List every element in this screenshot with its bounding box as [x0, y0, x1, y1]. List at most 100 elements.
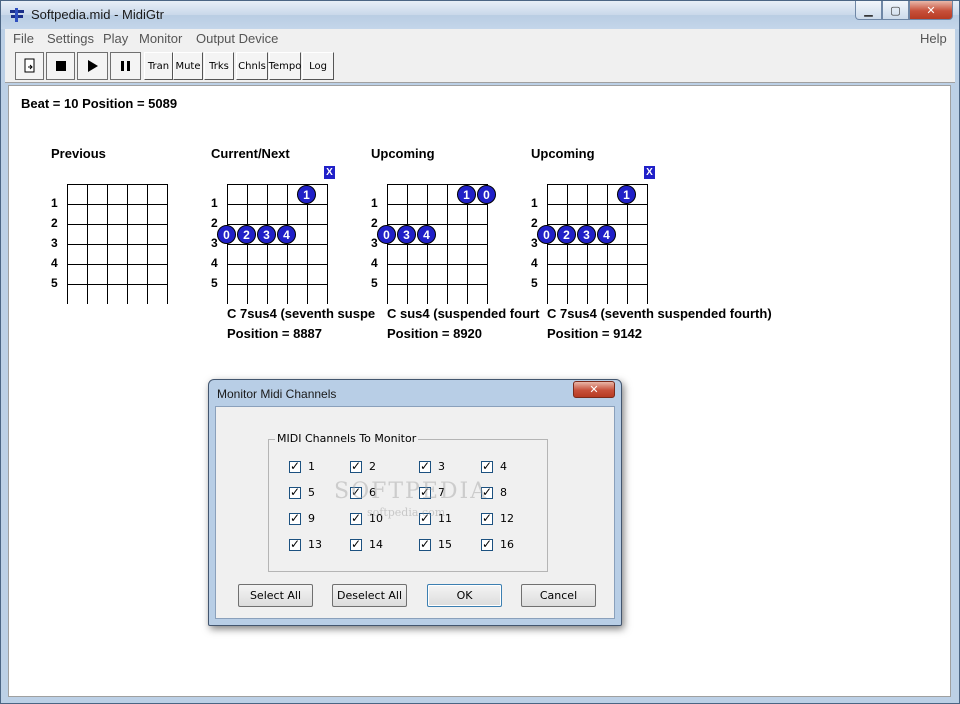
- channel-checkbox-14[interactable]: 14: [350, 537, 383, 551]
- checkbox-box[interactable]: [419, 459, 431, 473]
- channel-checkbox-15[interactable]: 15: [419, 537, 452, 551]
- fret-number: 3: [51, 236, 58, 250]
- channel-checkbox-13[interactable]: 13: [289, 537, 322, 551]
- checkbox-box[interactable]: [419, 485, 431, 499]
- checkbox-box[interactable]: [350, 537, 362, 551]
- menu-output-device[interactable]: Output Device: [196, 31, 278, 46]
- fret-line: [547, 244, 648, 245]
- channel-checkbox-8[interactable]: 8: [481, 485, 507, 499]
- channel-checkbox-4[interactable]: 4: [481, 459, 507, 473]
- fret-line: [67, 224, 168, 225]
- ok-button[interactable]: OK: [427, 584, 502, 607]
- maximize-button[interactable]: ▢: [882, 1, 909, 20]
- checkbox-box[interactable]: [289, 459, 301, 473]
- monitor-midi-channels-dialog: Monitor Midi Channels ✕ MIDI Channels To…: [208, 379, 622, 626]
- menu-settings[interactable]: Settings: [47, 31, 94, 46]
- checkbox-label: 11: [438, 512, 452, 525]
- tran-button[interactable]: Tran: [144, 52, 173, 80]
- finger-dot: 3: [397, 225, 416, 244]
- muted-string-marker: X: [644, 166, 655, 179]
- checkbox-box[interactable]: [350, 459, 362, 473]
- chord-position-current: Position = 8887: [227, 326, 323, 341]
- close-button[interactable]: ✕: [909, 1, 953, 20]
- checkbox-box[interactable]: [481, 459, 493, 473]
- channel-checkbox-16[interactable]: 16: [481, 537, 514, 551]
- fret-line: [227, 184, 328, 185]
- checkbox-label: 16: [500, 538, 514, 551]
- stop-icon: [55, 61, 66, 71]
- chord-position-upcoming-1: Position = 8920: [387, 326, 483, 341]
- checkbox-box[interactable]: [289, 511, 301, 525]
- menu-help[interactable]: Help: [920, 31, 947, 46]
- fret-line: [67, 264, 168, 265]
- channel-checkbox-10[interactable]: 10: [350, 511, 383, 525]
- group-label: MIDI Channels To Monitor: [275, 432, 419, 445]
- finger-dot: 0: [217, 225, 236, 244]
- finger-dot: 2: [237, 225, 256, 244]
- minimize-button[interactable]: ▁: [855, 1, 882, 20]
- checkbox-label: 13: [308, 538, 322, 551]
- diagram-label: Upcoming: [531, 146, 595, 161]
- log-button[interactable]: Log: [302, 52, 334, 80]
- channel-checkbox-9[interactable]: 9: [289, 511, 315, 525]
- fret-line: [547, 184, 648, 185]
- dialog-close-button[interactable]: ✕: [573, 381, 615, 398]
- menu-monitor[interactable]: Monitor: [139, 31, 182, 46]
- diagram-label: Current/Next: [211, 146, 290, 161]
- checkbox-box[interactable]: [350, 511, 362, 525]
- chord-name-upcoming-2: C 7sus4 (seventh suspended fourth): [547, 306, 772, 321]
- menu-file[interactable]: File: [13, 31, 34, 46]
- channel-checkbox-5[interactable]: 5: [289, 485, 315, 499]
- channel-checkbox-1[interactable]: 1: [289, 459, 315, 473]
- fret-line: [67, 204, 168, 205]
- fret-number: 4: [371, 256, 378, 270]
- fret-line: [387, 284, 488, 285]
- checkbox-box[interactable]: [289, 537, 301, 551]
- checkbox-box[interactable]: [419, 537, 431, 551]
- checkbox-box[interactable]: [419, 511, 431, 525]
- cancel-button[interactable]: Cancel: [521, 584, 596, 607]
- fret-line: [387, 264, 488, 265]
- fret-number: 1: [371, 196, 378, 210]
- channel-checkbox-6[interactable]: 6: [350, 485, 376, 499]
- fret-number: 5: [531, 276, 538, 290]
- deselect-all-button[interactable]: Deselect All: [332, 584, 407, 607]
- pause-button[interactable]: [110, 52, 141, 80]
- checkbox-box[interactable]: [350, 485, 362, 499]
- fret-line: [227, 264, 328, 265]
- mute-button[interactable]: Mute: [173, 52, 203, 80]
- menu-play[interactable]: Play: [103, 31, 128, 46]
- tempo-button[interactable]: Tempo: [269, 52, 301, 80]
- chnls-button[interactable]: Chnls: [236, 52, 268, 80]
- finger-dot: 3: [257, 225, 276, 244]
- fret-line: [547, 284, 648, 285]
- checkbox-label: 6: [369, 486, 376, 499]
- fret-line: [227, 204, 328, 205]
- checkbox-box[interactable]: [481, 537, 493, 551]
- app-icon: [10, 8, 24, 22]
- diagram-label: Previous: [51, 146, 106, 161]
- channel-checkbox-3[interactable]: 3: [419, 459, 445, 473]
- select-all-button[interactable]: Select All: [238, 584, 313, 607]
- open-button[interactable]: [15, 52, 44, 80]
- trks-button[interactable]: Trks: [204, 52, 234, 80]
- channel-checkbox-2[interactable]: 2: [350, 459, 376, 473]
- checkbox-box[interactable]: [289, 485, 301, 499]
- checkbox-label: 12: [500, 512, 514, 525]
- title-bar[interactable]: Softpedia.mid - MidiGtr ▁ ▢ ✕: [1, 1, 959, 29]
- channel-checkbox-7[interactable]: 7: [419, 485, 445, 499]
- diagram-label: Upcoming: [371, 146, 435, 161]
- channel-checkbox-12[interactable]: 12: [481, 511, 514, 525]
- fret-number: 1: [211, 196, 218, 210]
- stop-button[interactable]: [46, 52, 75, 80]
- checkbox-box[interactable]: [481, 511, 493, 525]
- finger-dot: 0: [377, 225, 396, 244]
- finger-dot: 3: [577, 225, 596, 244]
- play-button[interactable]: [77, 52, 108, 80]
- fret-line: [547, 204, 648, 205]
- checkbox-box[interactable]: [481, 485, 493, 499]
- fret-line: [387, 184, 488, 185]
- window-title: Softpedia.mid - MidiGtr: [31, 7, 164, 22]
- channel-checkbox-11[interactable]: 11: [419, 511, 452, 525]
- fret-number: 4: [51, 256, 58, 270]
